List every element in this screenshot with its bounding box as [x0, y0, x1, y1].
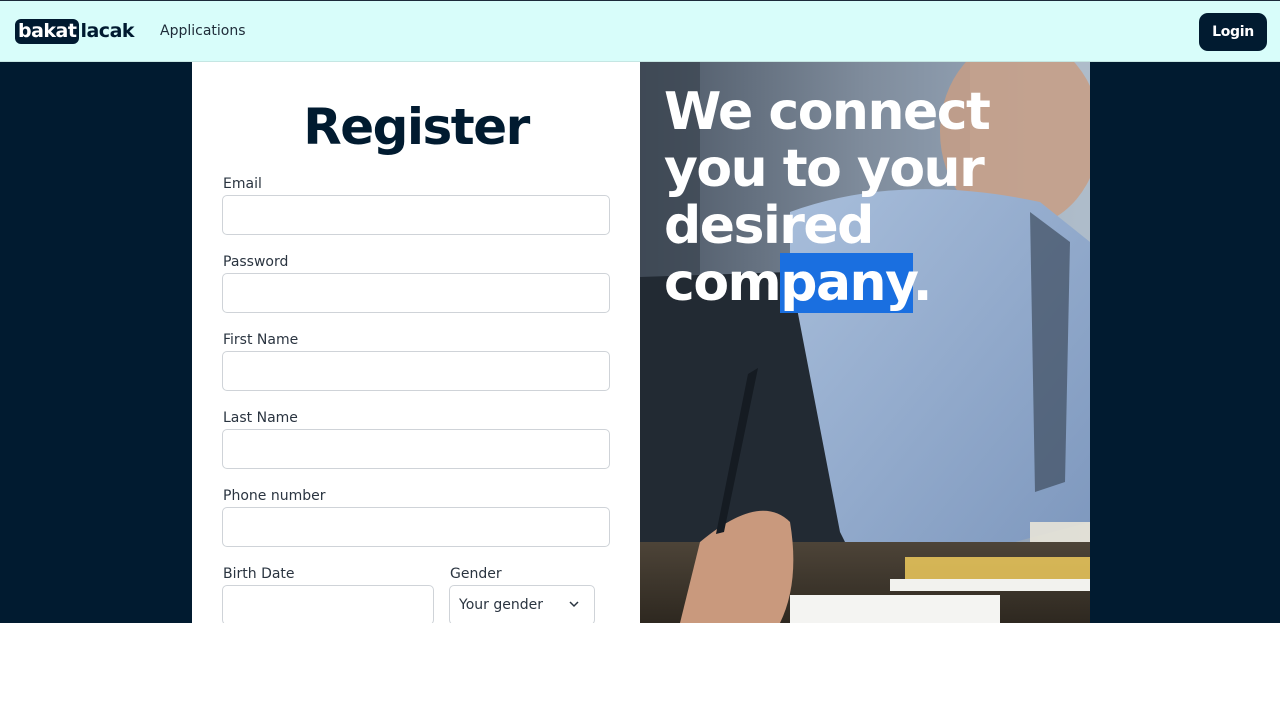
logo-part-bakat: bakat: [15, 18, 80, 44]
chevron-down-icon: [569, 601, 579, 608]
password-field[interactable]: [222, 273, 610, 313]
email-label: Email: [223, 176, 262, 192]
password-label: Password: [223, 254, 289, 270]
gender-select[interactable]: Your gender: [449, 585, 595, 623]
register-form: Register Email Password First Name Last …: [192, 62, 640, 623]
last-name-field[interactable]: [222, 429, 610, 469]
register-title: Register: [303, 98, 530, 156]
main-section: Register Email Password First Name Last …: [0, 62, 1280, 623]
birth-date-field[interactable]: [222, 585, 434, 623]
headline-highlight: pany: [780, 253, 914, 313]
headline-end: .: [912, 253, 933, 313]
phone-field[interactable]: [222, 507, 610, 547]
login-button[interactable]: Login: [1199, 13, 1267, 51]
hero-headline: We connect you to your desired company.: [664, 84, 1084, 313]
phone-label: Phone number: [223, 488, 326, 504]
hero-image: We connect you to your desired company.: [640, 62, 1090, 623]
first-name-label: First Name: [223, 332, 299, 348]
email-field[interactable]: [222, 195, 610, 235]
first-name-field[interactable]: [222, 351, 610, 391]
top-navbar: bakat lacak Applications Login: [0, 0, 1280, 62]
gender-select-value: Your gender: [459, 597, 543, 613]
last-name-label: Last Name: [223, 410, 298, 426]
brand-logo[interactable]: bakat lacak: [15, 18, 135, 44]
logo-part-lacak: lacak: [80, 20, 135, 42]
gender-label: Gender: [450, 566, 502, 582]
nav-link-applications[interactable]: Applications: [160, 23, 246, 39]
birth-date-label: Birth Date: [223, 566, 295, 582]
